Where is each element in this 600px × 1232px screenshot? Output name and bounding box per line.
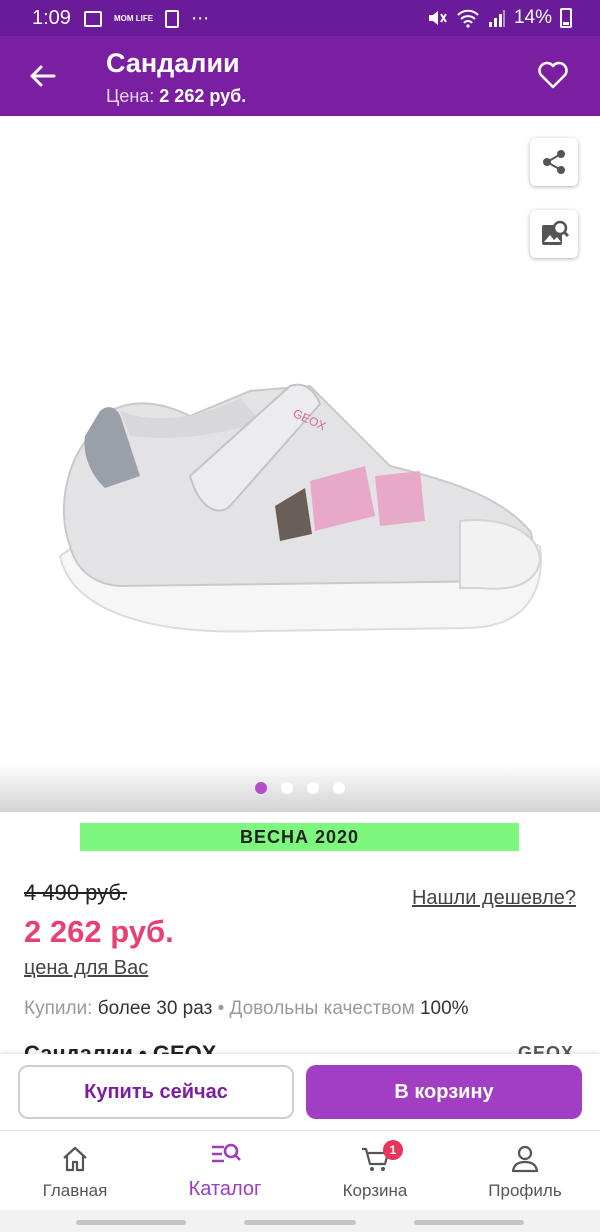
app-bar: Сандалии Цена: 2 262 руб. bbox=[0, 36, 600, 116]
notification-icons: MOM LIFE ⋯ bbox=[84, 8, 209, 29]
price-for-you-link[interactable]: цена для Вас bbox=[24, 957, 148, 980]
gesture-pill-left[interactable] bbox=[76, 1220, 186, 1225]
product-photo[interactable]: GEOX bbox=[30, 136, 560, 676]
image-search-icon bbox=[542, 220, 569, 245]
page-title: Сандалии bbox=[106, 48, 240, 78]
share-icon bbox=[543, 150, 565, 174]
nav-home-label: Главная bbox=[42, 1181, 108, 1200]
more-notifications-icon: ⋯ bbox=[191, 8, 210, 28]
season-banner: ВЕСНА 2020 bbox=[80, 823, 519, 851]
status-time: 1:09 bbox=[32, 7, 71, 29]
battery-icon bbox=[560, 8, 572, 28]
purchase-stats: Купили: более 30 раз • Довольны качество… bbox=[24, 998, 469, 1020]
gallery-notification-icon bbox=[84, 10, 102, 27]
nav-profile[interactable]: Профиль bbox=[450, 1131, 600, 1211]
alert-notification-icon bbox=[165, 9, 180, 28]
gesture-pill-center[interactable] bbox=[244, 1220, 356, 1225]
bottom-navigation: Главная Каталог Корзина Профиль bbox=[0, 1130, 600, 1210]
quality-value: 100% bbox=[419, 998, 469, 1019]
wifi-icon bbox=[457, 9, 479, 28]
gallery-dot[interactable] bbox=[307, 782, 319, 794]
signal-icon bbox=[488, 10, 505, 27]
nav-cart[interactable]: Корзина bbox=[300, 1131, 450, 1211]
bought-value: более 30 раз bbox=[97, 998, 213, 1019]
buy-now-button[interactable]: Купить сейчас bbox=[18, 1065, 294, 1119]
found-cheaper-link[interactable]: Нашли дешевле? bbox=[412, 887, 576, 910]
image-search-button[interactable] bbox=[530, 210, 578, 258]
action-bar: Купить сейчас В корзину bbox=[0, 1054, 600, 1130]
catalog-search-icon bbox=[212, 1143, 241, 1163]
system-status: 14% bbox=[426, 7, 572, 29]
back-arrow-icon[interactable] bbox=[24, 58, 60, 94]
nav-catalog[interactable]: Каталог bbox=[150, 1131, 300, 1211]
header-price: Цена: 2 262 руб. bbox=[106, 86, 246, 107]
momlife-notification-icon: MOM LIFE bbox=[114, 13, 154, 23]
gallery-dot[interactable] bbox=[255, 782, 267, 794]
gesture-pill-right[interactable] bbox=[414, 1220, 524, 1225]
current-price: 2 262 руб. bbox=[24, 914, 174, 949]
system-gesture-bar bbox=[0, 1210, 600, 1232]
old-price: 4 490 руб. bbox=[24, 880, 128, 905]
nav-profile-label: Профиль bbox=[488, 1181, 562, 1200]
nav-cart-label: Корзина bbox=[342, 1181, 408, 1200]
gallery-dot[interactable] bbox=[333, 782, 345, 794]
header-price-label: Цена: bbox=[106, 86, 155, 106]
stats-separator: • bbox=[217, 998, 225, 1019]
battery-percent: 14% bbox=[513, 7, 552, 28]
quality-label: Довольны качеством bbox=[229, 998, 415, 1019]
product-title: Сандалии • GEOX bbox=[24, 1041, 217, 1054]
add-to-cart-button[interactable]: В корзину bbox=[306, 1065, 582, 1119]
header-price-value: 2 262 руб. bbox=[159, 86, 247, 106]
home-icon bbox=[63, 1146, 87, 1172]
gallery-dot[interactable] bbox=[281, 782, 293, 794]
favorite-heart-icon[interactable] bbox=[536, 58, 570, 92]
nav-catalog-label: Каталог bbox=[188, 1178, 262, 1200]
brand-logo[interactable]: GEOX bbox=[518, 1040, 574, 1054]
bought-label: Купили: bbox=[24, 998, 93, 1019]
status-bar: 1:09 MOM LIFE ⋯ 14% bbox=[0, 0, 600, 36]
product-gallery[interactable]: GEOX bbox=[0, 116, 600, 812]
profile-icon bbox=[511, 1145, 539, 1173]
share-button[interactable] bbox=[530, 138, 578, 186]
mute-icon bbox=[428, 11, 447, 25]
nav-home[interactable]: Главная bbox=[0, 1131, 150, 1211]
gallery-pagination[interactable] bbox=[0, 782, 600, 794]
cart-count-badge: 1 bbox=[383, 1140, 403, 1160]
